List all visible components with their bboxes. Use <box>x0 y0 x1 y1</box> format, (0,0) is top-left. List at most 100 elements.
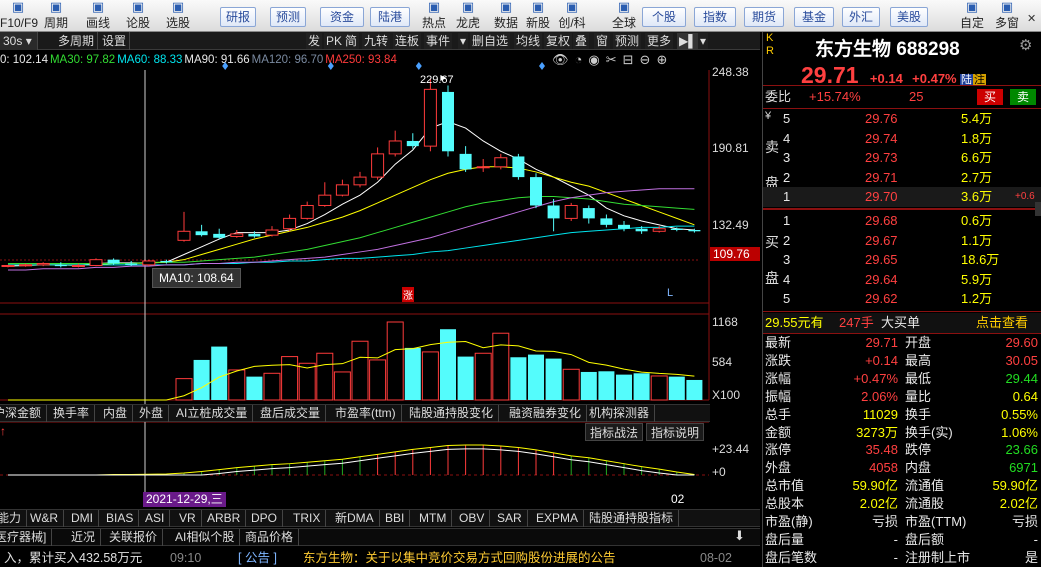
tab-tabs1-7[interactable]: 陆股通持股变化 <box>404 405 500 422</box>
toolbar-button-2[interactable]: 资金 <box>320 7 364 27</box>
tab-tabs2-0[interactable]: 能力 <box>0 510 28 527</box>
tab-tabs2-7[interactable]: DPO <box>246 510 284 527</box>
tab-tabs2-1[interactable]: W&R <box>25 510 64 527</box>
chart-tool-1[interactable]: PK <box>324 33 345 49</box>
tab-tabs2-2[interactable]: DMI <box>66 510 99 527</box>
indicator-help-button[interactable]: 指标说明 <box>646 423 705 441</box>
tab-tabs2-3[interactable]: BIAS <box>101 510 140 527</box>
download-icon[interactable]: ⬇ <box>734 528 745 544</box>
market-button-3[interactable]: 基金 <box>794 7 834 27</box>
chart-tool-9[interactable]: 叠 <box>573 33 590 49</box>
dragon-icon: ▣ <box>461 0 475 14</box>
tab-tabs2-6[interactable]: ARBR <box>202 510 247 527</box>
market-button-5[interactable]: 美股 <box>890 7 928 27</box>
buy-button[interactable]: 买 <box>977 89 1003 105</box>
toolbar-button-1[interactable]: 预测 <box>270 7 306 27</box>
tab-tabs2-15[interactable]: 陆股通持股指标 <box>584 510 680 527</box>
gear-icon[interactable]: ⚙ <box>1019 36 1032 54</box>
chart-tool-2[interactable]: 简 <box>343 33 360 49</box>
toolbar-new[interactable]: ▣ 新股 <box>522 0 554 32</box>
chart-tool-4[interactable]: 连板 <box>393 33 422 49</box>
tab-tabs3-4[interactable]: 商品价格 <box>240 529 300 546</box>
close-icon[interactable]: ✕ <box>1027 12 1036 25</box>
toolbar-f10[interactable]: ▣ F10/F9 <box>0 0 38 32</box>
chart-tool-12[interactable]: 更多 <box>645 33 674 49</box>
chart-tool-11[interactable]: 预测 <box>613 33 642 49</box>
view-big-orders-link[interactable]: 点击查看 <box>976 313 1028 333</box>
news-title[interactable]: 东方生物：关于以集中竞价交易方式回购股份进展的公告 <box>303 549 616 567</box>
tab-tabs2-12[interactable]: OBV <box>454 510 491 527</box>
tab-tabs1-4[interactable]: AI立桩成交量 <box>171 405 254 422</box>
chart-tool-0[interactable]: 发 <box>306 33 323 49</box>
tab-tabs3-0[interactable]: 医疗器械] <box>0 529 53 546</box>
market-button-0[interactable]: 个股 <box>642 7 686 27</box>
candle-up <box>19 264 33 267</box>
price-change-pct: +0.47% <box>912 71 957 86</box>
indicator-strategy-button[interactable]: 指标战法 <box>585 423 644 441</box>
candle-up <box>494 157 508 168</box>
toolbar-dragon[interactable]: ▣ 龙虎 <box>452 0 484 32</box>
tab-tabs1-3[interactable]: 外盘 <box>134 405 170 422</box>
event-marker <box>539 62 545 70</box>
tab-tabs1-2[interactable]: 内盘 <box>98 405 134 422</box>
tab-tabs2-8[interactable]: TRIX <box>288 510 327 527</box>
toolbar-label: 全球 <box>611 16 636 30</box>
market-button-2[interactable]: 期货 <box>744 7 784 27</box>
chart-tool-7[interactable]: 均线 <box>514 33 543 49</box>
tab-tabs2-13[interactable]: SAR <box>492 510 528 527</box>
toolbar-pen[interactable]: ▣ 画线 <box>80 0 116 32</box>
tab-tabs2-9[interactable]: 新DMA <box>330 510 380 527</box>
tab-tabs1-6[interactable]: 市盈率(ttm) <box>330 405 402 422</box>
period-select[interactable]: 30s ▾ <box>0 32 38 50</box>
toolbar-label: 龙虎 <box>455 16 480 30</box>
event-dropdown-icon[interactable]: ▾ <box>458 33 469 49</box>
news-left[interactable]: 入，累计买入432.58万元 <box>4 549 142 567</box>
chart-tool-10[interactable]: 窗 <box>594 33 611 49</box>
scrollbar[interactable] <box>1035 202 1041 216</box>
candle-up <box>318 194 332 206</box>
chart-tool-5[interactable]: 事件 <box>424 33 453 49</box>
toolbar-button-0[interactable]: 研报 <box>220 7 256 27</box>
toolbar-filter[interactable]: ▣ 选股 <box>160 0 196 32</box>
tab-tabs1-5[interactable]: 盘后成交量 <box>255 405 327 422</box>
tab-tabs2-5[interactable]: VR <box>174 510 202 527</box>
tab-tabs3-3[interactable]: AI相似个股 <box>170 529 241 546</box>
volume-bar-down <box>510 357 527 400</box>
chart-tool-3[interactable]: 九转 <box>362 33 391 49</box>
clock-icon: ▣ <box>49 0 63 14</box>
toolbar-chat[interactable]: ▣ 论股 <box>120 0 156 32</box>
jump-icon[interactable]: ▶▌ <box>677 33 699 49</box>
chart-tool-8[interactable]: 复权 <box>544 33 573 49</box>
tab-tabs1-0[interactable]: 沪深金额 <box>0 405 48 422</box>
tab-tabs2-10[interactable]: BBI <box>380 510 411 527</box>
toolbar-button-3[interactable]: 陆港 <box>370 7 410 27</box>
toolbar-clock[interactable]: ▣ 周期 <box>38 0 74 32</box>
tab-tabs3-2[interactable]: 关联报价 <box>104 529 164 546</box>
stat-row: 总手 11029 换手 0.55% <box>765 406 1038 422</box>
tab-tabs2-14[interactable]: EXPMA <box>531 510 585 527</box>
multi-period-button[interactable]: 多周期 <box>55 32 99 50</box>
stat-row: 总股本 2.02亿 流通股 2.02亿 <box>765 496 1038 512</box>
toolbar-data[interactable]: ▣ 数据 <box>490 0 522 32</box>
volume-bar-down <box>598 371 615 400</box>
tab-tabs2-4[interactable]: ASI <box>140 510 171 527</box>
toolbar-star[interactable]: ▣ 创/科 <box>556 0 588 32</box>
toolbar-fire[interactable]: ▣ 热点 <box>418 0 450 32</box>
sell-button[interactable]: 卖 <box>1010 89 1036 105</box>
tab-tabs2-11[interactable]: MTM <box>414 510 453 527</box>
tab-tabs1-1[interactable]: 换手率 <box>48 405 96 422</box>
settings-button[interactable]: 设置 <box>99 32 131 50</box>
chart-tool-6[interactable]: 删自选 <box>470 33 511 49</box>
ctrl-dropdown-icon[interactable]: ▾ <box>698 33 709 49</box>
market-button-4[interactable]: 外汇 <box>842 7 880 27</box>
chart-canvas[interactable] <box>0 50 760 565</box>
new-icon: ▣ <box>531 0 545 14</box>
tab-tabs1-8[interactable]: 融资融券变化 <box>504 405 588 422</box>
tab-tabs1-9[interactable]: 机构探测器 <box>584 405 656 422</box>
market-button-1[interactable]: 指数 <box>694 7 736 27</box>
volume-bar-down <box>193 359 210 400</box>
tab-tabs3-1[interactable]: 近况 <box>66 529 102 546</box>
toolbar-globe[interactable]: ▣ 全球 <box>608 0 640 32</box>
stat-row: 金额 3273万 换手(实) 1.06% <box>765 424 1038 440</box>
toolbar-windows[interactable]: ▣ 多窗 <box>985 0 1029 32</box>
